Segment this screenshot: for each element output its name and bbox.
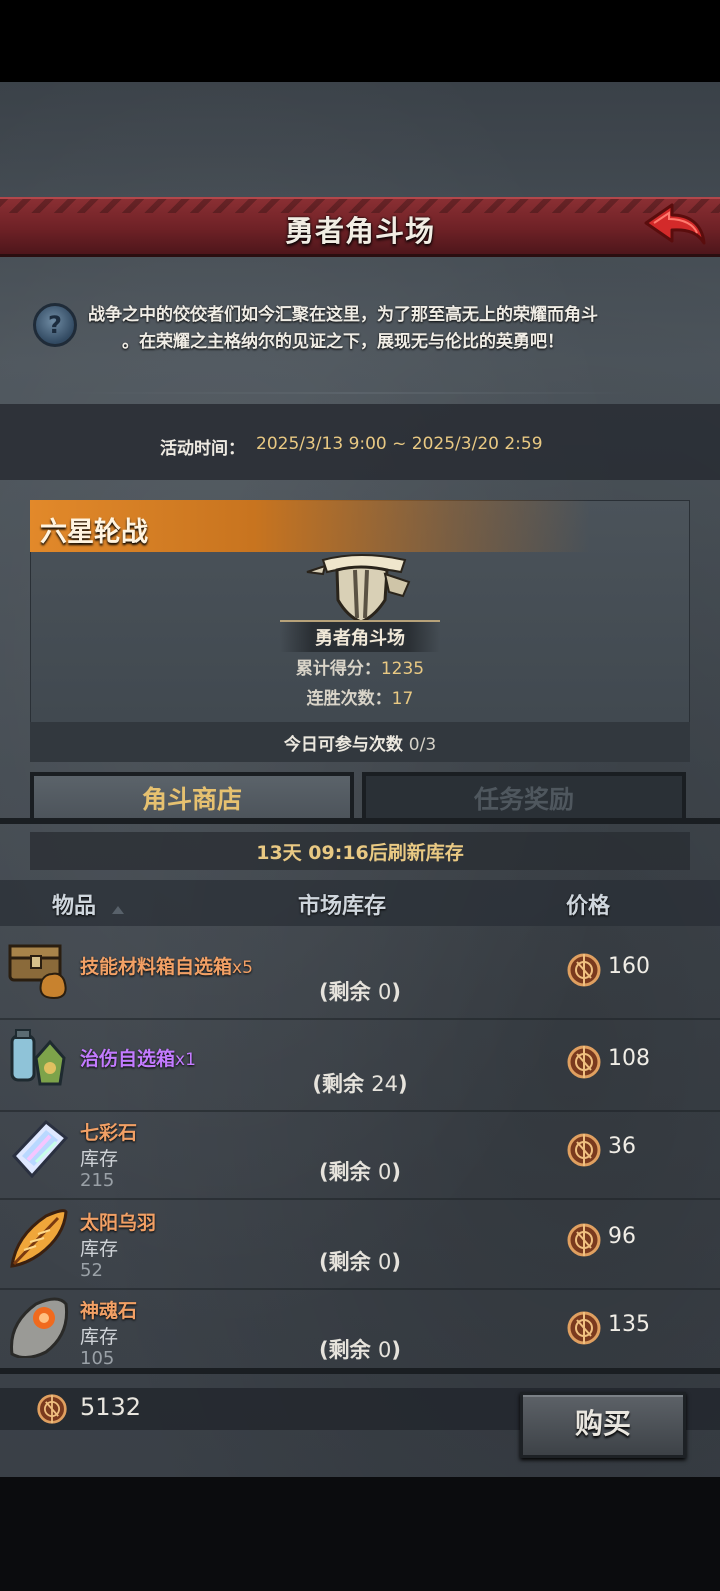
item-name: 神魂石 bbox=[80, 1300, 138, 1322]
tabs-underline bbox=[0, 818, 720, 824]
item-price: 108 bbox=[608, 1046, 650, 1071]
item-remaining: (剩余 24) bbox=[312, 1072, 408, 1096]
remaining-count: 0 bbox=[377, 1338, 392, 1362]
item-name: 太阳乌羽 bbox=[80, 1212, 157, 1234]
list-item[interactable]: 治伤自选箱x1 (剩余 24) 108 bbox=[0, 1022, 720, 1112]
potion-icon bbox=[10, 1029, 66, 1086]
currency-balance: 5132 bbox=[80, 1393, 142, 1421]
score-label: 累计得分： bbox=[295, 659, 381, 679]
buy-button[interactable]: 购买 bbox=[520, 1392, 686, 1458]
crystal-icon bbox=[11, 1119, 69, 1179]
list-item[interactable]: 技能材料箱自选箱x5 (剩余 0) 160 bbox=[0, 930, 720, 1020]
event-time-value: 2025/3/13 9:00 ~ 2025/3/20 2:59 bbox=[256, 434, 543, 454]
column-price: 价格 bbox=[566, 894, 611, 919]
streak-value: 17 bbox=[391, 689, 414, 709]
today-attempts: 今日可参与次数 0/3 bbox=[0, 730, 720, 755]
today-value: 0/3 bbox=[408, 735, 437, 755]
today-label: 今日可参与次数 bbox=[283, 735, 403, 755]
item-price: 96 bbox=[608, 1224, 636, 1249]
item-name-text: 技能材料箱自选箱 bbox=[80, 956, 233, 978]
item-price: 160 bbox=[608, 954, 650, 979]
stock-value: 105 bbox=[80, 1348, 115, 1369]
item-price: 36 bbox=[608, 1134, 636, 1159]
coin-icon bbox=[567, 1045, 601, 1079]
remaining-count: 0 bbox=[377, 1160, 392, 1184]
remaining-count: 0 bbox=[377, 1250, 392, 1274]
divider bbox=[70, 392, 630, 394]
list-divider bbox=[0, 1368, 720, 1374]
title-bar: 勇者角斗场 bbox=[0, 197, 720, 257]
column-item[interactable]: 物品 bbox=[52, 888, 96, 920]
event-description: 战争之中的佼佼者们如今汇聚在这里，为了那至高无上的荣耀而角斗 。在荣耀之主格纳尔… bbox=[88, 302, 648, 356]
description-line-2: 。在荣耀之主格纳尔的见证之下，展现无与伦比的英勇吧！ bbox=[122, 332, 564, 352]
item-price: 135 bbox=[608, 1312, 650, 1337]
item-remaining: (剩余 0) bbox=[319, 1338, 401, 1362]
stock-label: 库存 bbox=[80, 1326, 119, 1348]
stock-label: 库存 bbox=[80, 1238, 119, 1260]
coin-icon bbox=[567, 1133, 601, 1167]
item-name: 治伤自选箱x1 bbox=[80, 1044, 196, 1071]
remaining-count: 0 bbox=[377, 980, 392, 1004]
remaining-label: (剩余 bbox=[319, 1250, 371, 1274]
score-line: 累计得分：1235 bbox=[0, 654, 720, 679]
remaining-label: (剩余 bbox=[319, 1338, 371, 1362]
streak-label: 连胜次数： bbox=[306, 689, 392, 709]
arena-name: 勇者角斗场 bbox=[315, 628, 405, 649]
item-remaining: (剩余 0) bbox=[319, 1160, 401, 1184]
coin-icon bbox=[567, 953, 601, 987]
tab-task-rewards[interactable]: 任务奖励 bbox=[362, 772, 686, 824]
shop-item-list[interactable]: 技能材料箱自选箱x5 (剩余 0) 160 治伤自选箱x1 (剩余 24) 10… bbox=[0, 930, 720, 1370]
feather-icon bbox=[10, 1209, 68, 1268]
refresh-countdown: 13天 09:16后刷新库存 bbox=[256, 842, 464, 864]
list-item[interactable]: 太阳乌羽 库存 52 (剩余 0) 96 bbox=[0, 1200, 720, 1290]
stock-value: 215 bbox=[80, 1170, 115, 1191]
remaining-label: (剩余 bbox=[319, 1160, 371, 1184]
remaining-count: 24 bbox=[371, 1072, 399, 1096]
item-remaining: (剩余 0) bbox=[319, 980, 401, 1004]
event-time-label: 活动时间： bbox=[160, 439, 245, 459]
coin-icon bbox=[567, 1223, 601, 1257]
item-remaining: (剩余 0) bbox=[319, 1250, 401, 1274]
item-qty: x5 bbox=[232, 958, 253, 978]
remaining-label: (剩余 bbox=[319, 980, 371, 1004]
tab-arena-shop[interactable]: 角斗商店 bbox=[30, 772, 354, 824]
help-icon[interactable]: ? bbox=[33, 303, 77, 347]
sort-arrow-icon[interactable] bbox=[112, 906, 124, 914]
bottom-bar bbox=[0, 1477, 720, 1591]
item-name: 技能材料箱自选箱x5 bbox=[80, 952, 253, 979]
list-item[interactable]: 七彩石 库存 215 (剩余 0) 36 bbox=[0, 1110, 720, 1200]
back-arrow-icon[interactable] bbox=[642, 203, 708, 253]
stone-icon bbox=[10, 1297, 69, 1358]
remaining-label: (剩余 bbox=[312, 1072, 364, 1096]
item-name-text: 治伤自选箱 bbox=[80, 1048, 176, 1070]
item-name: 七彩石 bbox=[80, 1122, 138, 1144]
game-screen: 勇者角斗场 ? 战争之中的佼佼者们如今汇聚在这里，为了那至高无上的荣耀而角斗 。… bbox=[0, 0, 720, 1591]
page-title: 勇者角斗场 bbox=[284, 214, 435, 248]
item-qty: x1 bbox=[175, 1050, 196, 1070]
mode-title: 六星轮战 bbox=[40, 517, 148, 548]
stock-value: 52 bbox=[80, 1260, 103, 1281]
streak-line: 连胜次数：17 bbox=[0, 684, 720, 709]
column-stock: 市场库存 bbox=[298, 894, 387, 919]
stock-label: 库存 bbox=[80, 1148, 119, 1170]
description-line-1: 战争之中的佼佼者们如今汇聚在这里，为了那至高无上的荣耀而角斗 bbox=[88, 305, 598, 325]
coin-icon bbox=[567, 1311, 601, 1345]
coin-icon bbox=[37, 1394, 67, 1424]
shield-icon bbox=[306, 554, 411, 624]
score-value: 1235 bbox=[380, 659, 425, 679]
list-item[interactable]: 神魂石 库存 105 (剩余 0) 135 bbox=[0, 1288, 720, 1370]
chest-icon bbox=[8, 944, 67, 1000]
